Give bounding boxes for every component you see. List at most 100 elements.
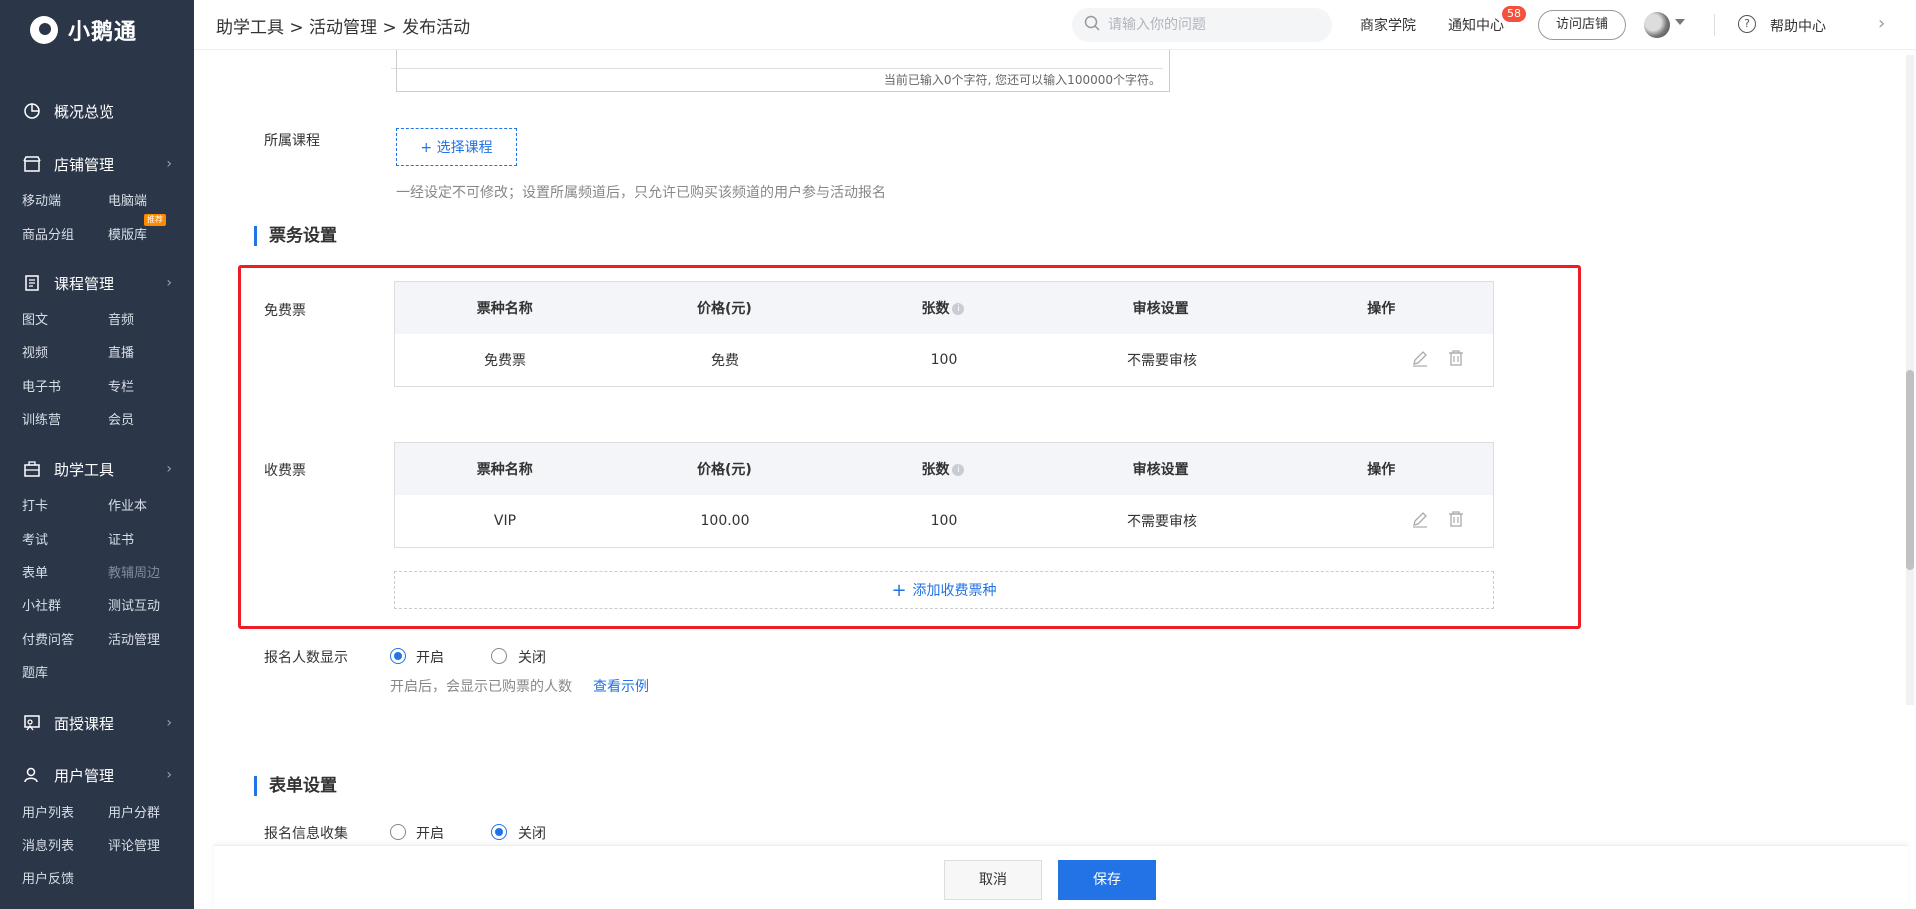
select-course-button[interactable]: + 选择课程 [396,128,517,166]
nav-store-label: 店铺管理 [54,155,115,174]
search-box[interactable] [1072,8,1332,42]
info-icon[interactable]: i [952,303,965,315]
edit-icon[interactable] [1411,349,1429,371]
sidebar-item-quiz[interactable]: 测试互动 [108,597,160,617]
show-count-label: 报名人数显示 [264,650,348,666]
collect-on-label[interactable]: 开启 [416,823,444,843]
ticket-count: 100 [930,513,958,529]
nav-overview[interactable]: 概况总览 [0,94,194,128]
col-review: 审核设置 [1132,462,1189,478]
col-actions: 操作 [1367,301,1396,317]
sidebar-item-comments[interactable]: 评论管理 [108,837,160,857]
sidebar-item-templates[interactable]: 模版库 [108,226,147,246]
sidebar-item-activity[interactable]: 活动管理 [108,631,160,651]
sidebar-item-mobile[interactable]: 移动端 [22,192,61,212]
nav-overview-label: 概况总览 [54,102,115,121]
chevron-right-icon: › [166,461,172,477]
sidebar-item-camp[interactable]: 训练营 [22,411,61,431]
free-ticket-label: 免费票 [264,303,306,319]
help-center-link[interactable]: 帮助中心 [1770,16,1826,36]
sidebar-item-article[interactable]: 图文 [22,311,48,331]
breadcrumb: 助学工具 > 活动管理 > 发布活动 [216,18,471,38]
collect-info-label: 报名信息收集 [264,826,348,842]
show-count-off-label[interactable]: 关闭 [518,647,546,667]
logo-icon [30,16,58,44]
collect-off-label[interactable]: 关闭 [518,823,546,843]
visit-store-button[interactable]: 访问店铺 [1538,10,1626,40]
sidebar-item-checkin[interactable]: 打卡 [22,497,48,517]
show-count-on-label[interactable]: 开启 [416,647,444,667]
search-input[interactable] [1108,17,1308,33]
sidebar-item-messages[interactable]: 消息列表 [22,837,74,857]
caret-down-icon[interactable] [1675,19,1685,25]
sidebar-item-homework[interactable]: 作业本 [108,497,147,517]
sidebar-item-form[interactable]: 表单 [22,564,48,584]
chevron-right-icon[interactable]: › [1878,13,1885,34]
nav-course[interactable]: 课程管理 › [0,266,194,300]
collect-off-radio[interactable] [491,824,507,840]
info-icon[interactable]: i [952,464,965,476]
delete-icon[interactable] [1447,510,1465,532]
save-button[interactable]: 保存 [1058,860,1156,900]
sidebar-item-audio[interactable]: 音频 [108,311,134,331]
merchant-academy-link[interactable]: 商家学院 [1360,15,1416,35]
nav-tools[interactable]: 助学工具 › [0,452,194,486]
user-icon [22,765,42,785]
help-icon[interactable]: ? [1738,15,1756,33]
sidebar-item-user-list[interactable]: 用户列表 [22,804,74,824]
show-count-off-radio[interactable] [491,648,507,664]
sidebar-item-user-groups[interactable]: 用户分群 [108,804,160,824]
sidebar-item-column[interactable]: 专栏 [108,378,134,398]
cancel-button[interactable]: 取消 [944,860,1042,900]
col-review: 审核设置 [1132,301,1189,317]
avatar[interactable] [1644,12,1670,38]
store-icon [22,154,42,174]
col-count: 张数 i [834,298,1052,318]
free-ticket-table: 票种名称 价格(元) 张数 i 审核设置 操作 免费票 免费 100 不需要审核 [394,281,1494,387]
recommend-badge: 推荐 [144,214,166,226]
sidebar-item-community[interactable]: 小社群 [22,597,61,617]
col-count-label: 张数 [921,462,950,478]
notification-count-badge: 58 [1502,6,1526,22]
notification-center-link[interactable]: 通知中心 [1448,15,1504,35]
add-paid-ticket-button[interactable]: + 添加收费票种 [394,571,1494,609]
show-count-hint: 开启后，会显示已购票的人数 [390,679,572,695]
view-example-link[interactable]: 查看示例 [593,676,649,696]
sidebar-item-member[interactable]: 会员 [108,411,134,431]
ticket-section-title: 票务设置 [254,226,337,246]
classroom-icon [22,713,42,733]
collect-on-radio[interactable] [390,824,406,840]
nav-users[interactable]: 用户管理 › [0,758,194,792]
table-row: VIP 100.00 100 不需要审核 [395,495,1493,547]
col-count: 张数 i [834,459,1052,479]
chevron-right-icon: › [166,715,172,731]
scrollbar-thumb[interactable] [1906,370,1914,570]
sidebar-item-question-bank[interactable]: 题库 [22,664,48,684]
sidebar-item-ebook[interactable]: 电子书 [22,378,61,398]
form-section-title: 表单设置 [254,776,337,796]
description-editor[interactable]: 当前已输入0个字符, 您还可以输入100000个字符。 [391,50,1170,92]
sidebar-item-video[interactable]: 视频 [22,344,48,364]
nav-offline[interactable]: 面授课程 › [0,706,194,740]
briefcase-icon [22,459,42,479]
sidebar-item-paid-qa[interactable]: 付费问答 [22,631,74,651]
add-paid-ticket-label: 添加收费票种 [912,583,997,599]
sidebar-item-live[interactable]: 直播 [108,344,134,364]
nav-offline-label: 面授课程 [54,714,115,733]
char-counter: 当前已输入0个字符, 您还可以输入100000个字符。 [391,68,1163,88]
search-icon [1084,15,1100,35]
sidebar-item-materials[interactable]: 教辅周边 [108,564,160,584]
sidebar-item-groups[interactable]: 商品分组 [22,226,74,246]
sidebar-item-exam[interactable]: 考试 [22,531,48,551]
edit-icon[interactable] [1411,510,1429,532]
sidebar-item-feedback[interactable]: 用户反馈 [22,870,74,890]
sidebar-item-certificate[interactable]: 证书 [108,531,134,551]
col-ticket-name: 票种名称 [476,462,533,478]
table-row: 免费票 免费 100 不需要审核 [395,334,1493,386]
row-actions [1411,510,1465,532]
logo[interactable]: 小鹅通 [30,14,137,46]
sidebar-item-pc[interactable]: 电脑端 [108,192,147,212]
nav-store[interactable]: 店铺管理 › [0,147,194,181]
delete-icon[interactable] [1447,349,1465,371]
show-count-on-radio[interactable] [390,648,406,664]
